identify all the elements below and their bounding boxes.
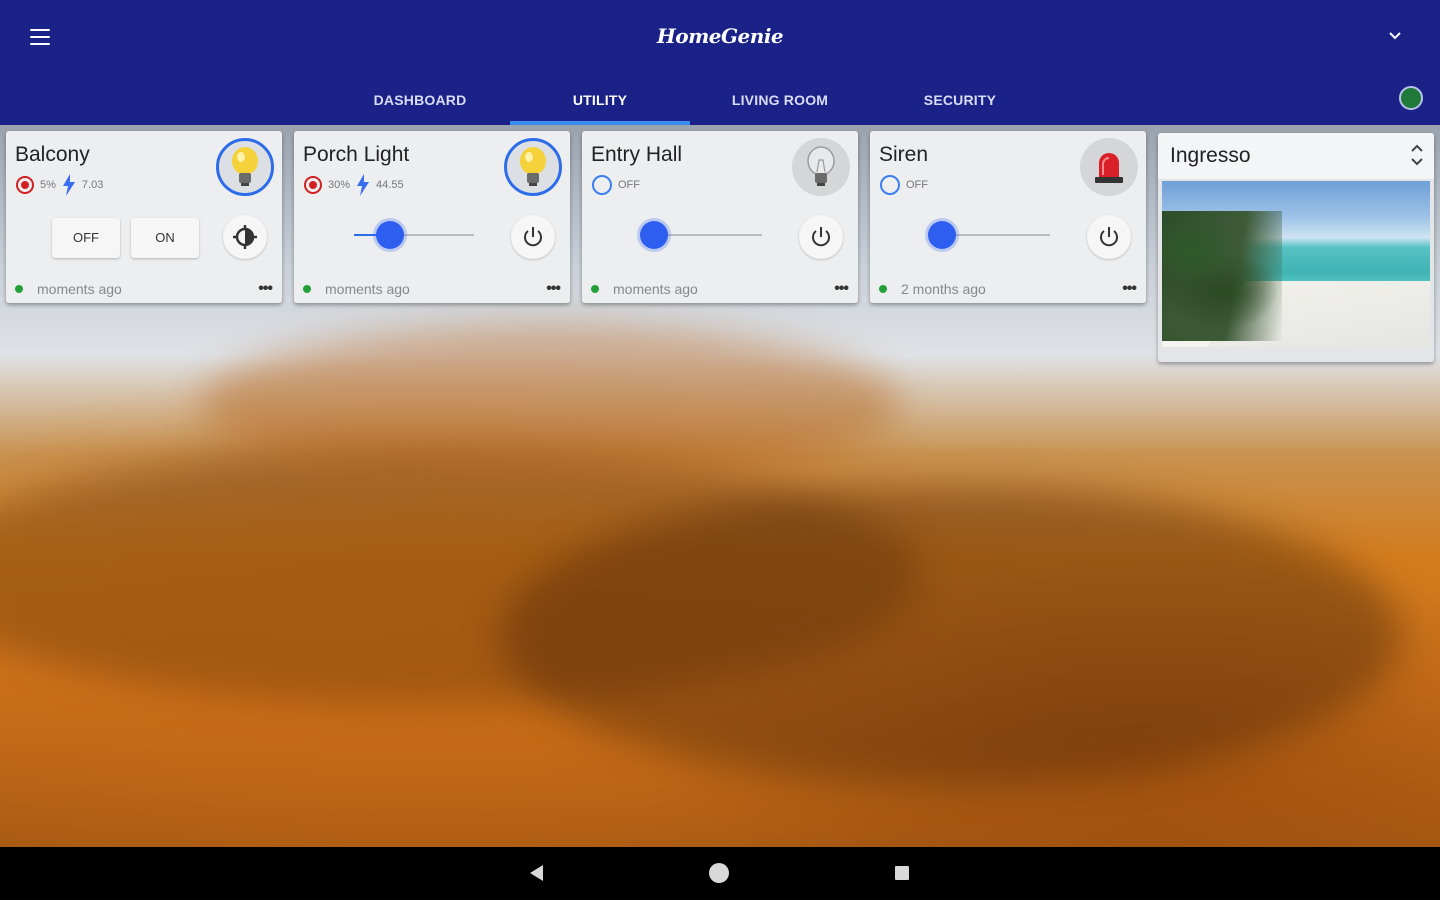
more-options-icon[interactable]: ••• (546, 281, 561, 297)
power-icon[interactable] (1087, 215, 1131, 259)
on-button[interactable]: ON (131, 218, 199, 258)
tab-security[interactable]: SECURITY (870, 78, 1050, 125)
card-footer: moments ago (591, 281, 698, 297)
camera-card-header: Ingresso (1158, 133, 1434, 179)
tab-living-room[interactable]: LIVING ROOM (690, 78, 870, 125)
online-dot (879, 285, 887, 293)
module-card-balcony: Balcony 5% 7.03 OFF ON moments ago ••• (6, 131, 282, 303)
slider-thumb[interactable] (640, 221, 668, 249)
card-title: Porch Light (303, 143, 410, 166)
watts-value: 7.03 (81, 179, 104, 191)
recent-apps-icon[interactable] (895, 866, 909, 880)
beach-palms (1162, 211, 1282, 341)
last-updated: moments ago (325, 281, 410, 297)
card-title: Entry Hall (591, 143, 683, 166)
card-footer: 2 months ago (879, 281, 986, 297)
module-card-porch-light: Porch Light 30% 44.55 moments ago ••• (294, 131, 570, 303)
more-options-icon[interactable]: ••• (258, 281, 273, 297)
slider-thumb[interactable] (376, 221, 404, 249)
back-icon[interactable] (530, 865, 543, 881)
last-updated: 2 months ago (901, 281, 986, 297)
online-dot (303, 285, 311, 293)
card-footer: moments ago (303, 281, 410, 297)
card-title: Siren (879, 143, 929, 166)
tab-bar: DASHBOARD UTILITY LIVING ROOM SECURITY (330, 78, 1050, 125)
watts-value: 44.55 (376, 179, 404, 191)
app-bar: HomeGenie DASHBOARD UTILITY LIVING ROOM … (0, 0, 1440, 125)
module-card-entry-hall: Entry Hall OFF moments ago ••• (582, 131, 858, 303)
record-icon (16, 176, 34, 194)
card-stats: OFF (592, 175, 640, 195)
power-icon[interactable] (511, 215, 555, 259)
more-options-icon[interactable]: ••• (834, 281, 849, 297)
lightbulb-on-icon[interactable] (216, 138, 274, 196)
camera-feed-image[interactable] (1162, 181, 1430, 347)
card-footer: moments ago (15, 281, 122, 297)
level-value: 5% (40, 179, 56, 191)
unfold-select-icon[interactable] (1408, 141, 1426, 169)
dimmer-slider[interactable] (640, 221, 762, 249)
level-slider[interactable] (928, 221, 1050, 249)
slider-thumb[interactable] (928, 221, 956, 249)
last-updated: moments ago (37, 281, 122, 297)
dimmer-slider[interactable] (354, 221, 474, 249)
card-stats: 5% 7.03 (16, 174, 104, 196)
status-ring-icon (880, 175, 900, 195)
brightness-icon[interactable] (223, 215, 267, 259)
online-dot (591, 285, 599, 293)
connection-status-indicator[interactable] (1399, 86, 1423, 110)
app-title: HomeGenie (656, 24, 784, 48)
level-value: 30% (328, 179, 351, 191)
camera-card-ingresso: Ingresso (1158, 133, 1434, 362)
tab-utility[interactable]: UTILITY (510, 78, 690, 125)
power-bolt-icon (62, 174, 75, 196)
power-bolt-icon (357, 174, 370, 196)
status-value: OFF (618, 179, 640, 191)
card-stats: 30% 44.55 (304, 174, 404, 196)
online-dot (15, 285, 23, 293)
status-value: OFF (906, 179, 928, 191)
lightbulb-on-icon[interactable] (504, 138, 562, 196)
more-options-icon[interactable]: ••• (1122, 281, 1137, 297)
off-button[interactable]: OFF (52, 218, 120, 258)
home-icon[interactable] (709, 863, 729, 883)
camera-title: Ingresso (1170, 144, 1251, 167)
last-updated: moments ago (613, 281, 698, 297)
lightbulb-off-icon[interactable] (792, 138, 850, 196)
module-card-siren: Siren OFF 2 months ago ••• (870, 131, 1146, 303)
status-ring-icon (592, 175, 612, 195)
tab-dashboard[interactable]: DASHBOARD (330, 78, 510, 125)
record-icon (304, 176, 322, 194)
card-title: Balcony (15, 143, 90, 166)
chevron-down-icon[interactable] (1384, 26, 1406, 48)
siren-icon[interactable] (1080, 138, 1138, 196)
card-stats: OFF (880, 175, 928, 195)
power-icon[interactable] (799, 215, 843, 259)
